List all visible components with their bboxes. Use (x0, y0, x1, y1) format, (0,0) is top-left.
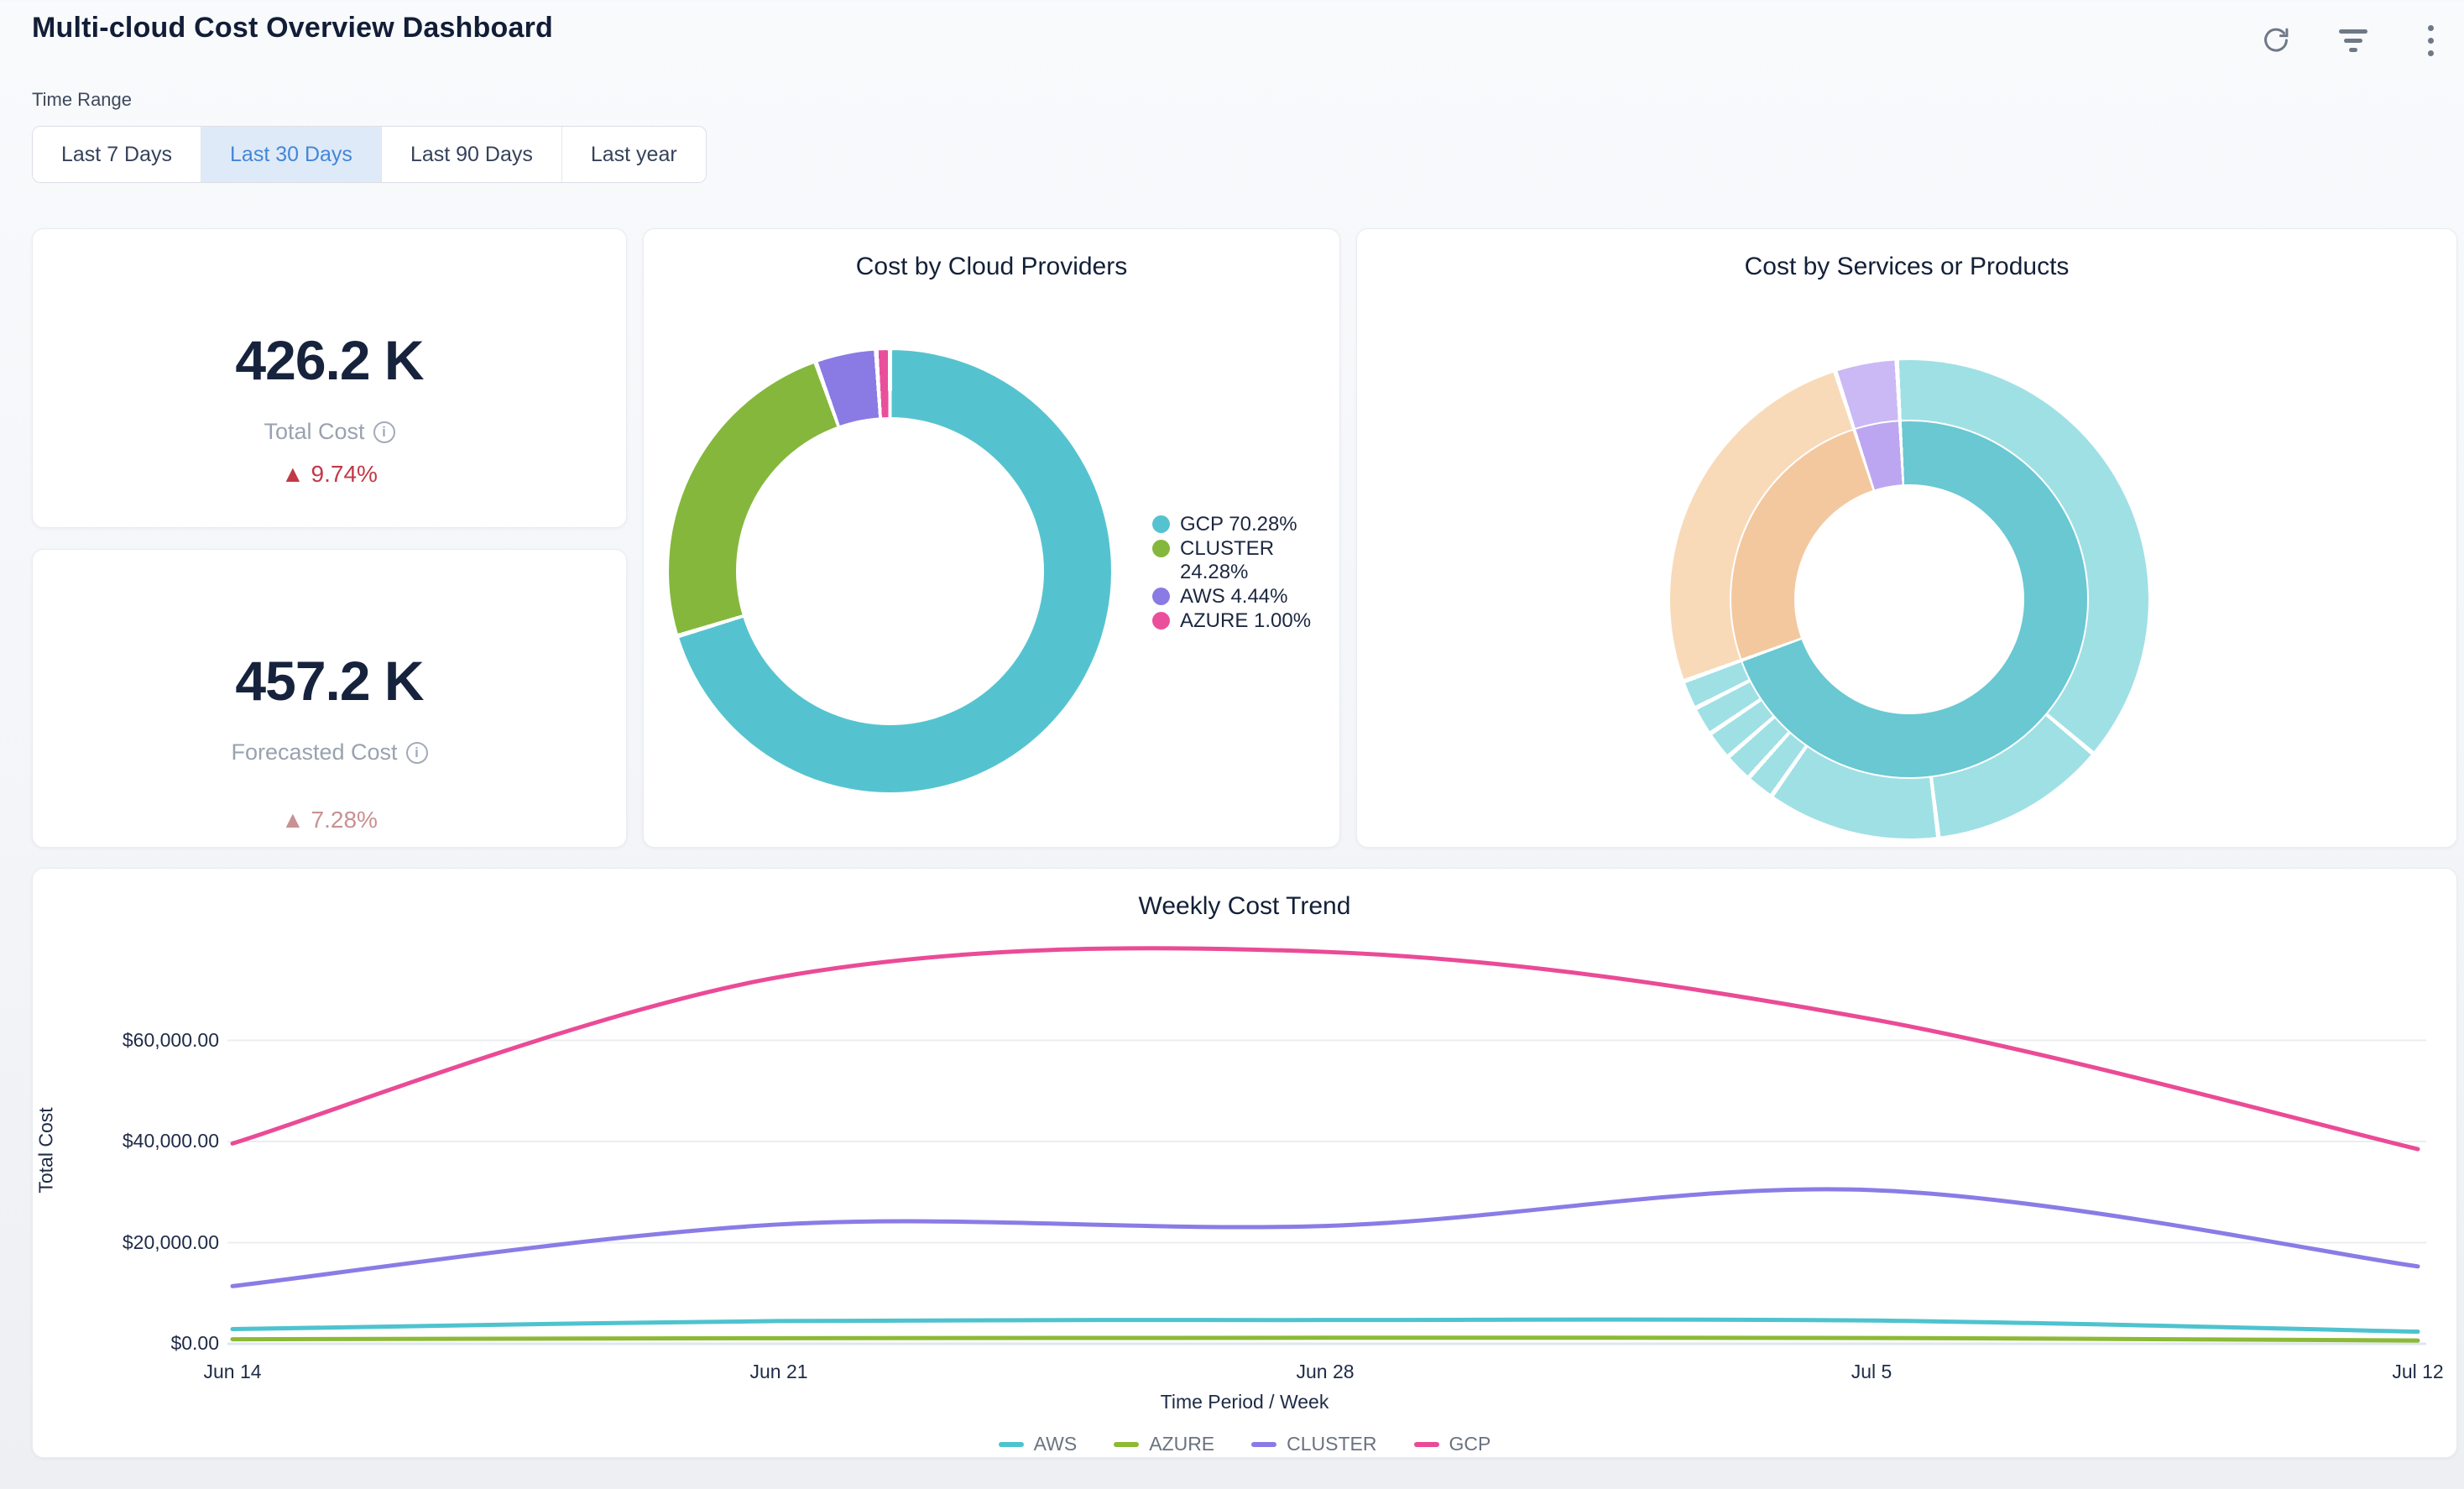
kebab-menu-icon[interactable] (2412, 22, 2449, 59)
legend-item-aws[interactable]: AWS 4.44% (1152, 585, 1324, 609)
trend-line-azure[interactable] (232, 1338, 2418, 1340)
weekly-cost-trend-card: Weekly Cost Trend $0.00$20,000.00$40,000… (32, 868, 2457, 1458)
trend-legend-item-aws[interactable]: AWS (999, 1433, 1078, 1455)
legend-dash (1114, 1442, 1139, 1447)
time-range-group: Last 7 Days Last 30 Days Last 90 Days La… (32, 126, 707, 183)
x-tick-label: Jun 14 (165, 1361, 300, 1383)
header-toolbar (2258, 22, 2449, 59)
trend-plot-area[interactable] (33, 869, 2458, 1459)
total-cost-kpi-card: 426.2 K Total Cost i ▲ 9.74% (32, 228, 627, 528)
forecasted-cost-kpi-card: 457.2 K Forecasted Cost i ▲ 7.28% (32, 549, 627, 848)
donut-chart-title: Cost by Cloud Providers (644, 253, 1339, 281)
x-tick-label: Jun 28 (1258, 1361, 1392, 1383)
trend-legend: AWS AZURE CLUSTER GCP (33, 1433, 2456, 1455)
legend-item-cluster[interactable]: CLUSTER 24.28% (1152, 537, 1324, 584)
legend-dot (1152, 588, 1170, 605)
forecasted-cost-delta: ▲ 7.28% (33, 807, 626, 833)
legend-dash (1251, 1442, 1276, 1447)
legend-dot (1152, 515, 1170, 533)
total-cost-value: 426.2 K (33, 328, 626, 392)
info-icon[interactable]: i (406, 742, 428, 764)
time-range-label: Time Range (32, 89, 132, 111)
legend-dash (999, 1442, 1024, 1447)
y-tick-label: $40,000.00 (33, 1130, 219, 1152)
time-range-last-90-days[interactable]: Last 90 Days (382, 127, 562, 182)
legend-item-azure[interactable]: AZURE 1.00% (1152, 609, 1324, 633)
triangle-up-icon: ▲ (281, 461, 305, 487)
trend-line-aws[interactable] (232, 1319, 2418, 1331)
time-range-last-7-days[interactable]: Last 7 Days (33, 127, 201, 182)
x-axis-title: Time Period / Week (33, 1391, 2456, 1413)
x-tick-label: Jun 21 (712, 1361, 846, 1383)
sunburst-chart-title: Cost by Services or Products (1357, 253, 2456, 281)
cost-by-cloud-providers-card: Cost by Cloud Providers GCP 70.28%CLUSTE… (643, 228, 1340, 848)
refresh-icon[interactable] (2258, 22, 2294, 59)
sunburst-hole (1794, 484, 2024, 714)
time-range-last-year[interactable]: Last year (562, 127, 706, 182)
x-tick-label: Jul 12 (2351, 1361, 2464, 1383)
y-tick-label: $20,000.00 (33, 1231, 219, 1254)
time-range-last-30-days[interactable]: Last 30 Days (201, 127, 382, 182)
forecasted-cost-value: 457.2 K (33, 649, 626, 713)
y-tick-label: $60,000.00 (33, 1029, 219, 1052)
forecasted-cost-label: Forecasted Cost i (33, 739, 626, 765)
x-tick-label: Jul 5 (1804, 1361, 1939, 1383)
trend-line-gcp[interactable] (232, 948, 2418, 1149)
page-title: Multi-cloud Cost Overview Dashboard (32, 12, 553, 44)
y-tick-label: $0.00 (33, 1332, 219, 1355)
trend-line-cluster[interactable] (232, 1189, 2418, 1286)
legend-dot (1152, 612, 1170, 630)
donut-legend: GCP 70.28%CLUSTER 24.28%AWS 4.44%AZURE 1… (1152, 513, 1324, 634)
trend-legend-item-cluster[interactable]: CLUSTER (1251, 1433, 1376, 1455)
total-cost-delta: ▲ 9.74% (33, 461, 626, 488)
legend-dash (1414, 1442, 1439, 1447)
trend-legend-item-azure[interactable]: AZURE (1114, 1433, 1214, 1455)
info-icon[interactable]: i (373, 421, 395, 443)
trend-legend-item-gcp[interactable]: GCP (1414, 1433, 1491, 1455)
cost-by-services-card: Cost by Services or Products (1356, 228, 2457, 848)
triangle-up-icon: ▲ (281, 807, 305, 833)
legend-item-gcp[interactable]: GCP 70.28% (1152, 513, 1324, 536)
legend-dot (1152, 540, 1170, 557)
filter-icon[interactable] (2335, 22, 2372, 59)
donut-hole (736, 417, 1044, 725)
total-cost-label: Total Cost i (33, 419, 626, 445)
y-axis-title: Total Cost (35, 1042, 58, 1260)
